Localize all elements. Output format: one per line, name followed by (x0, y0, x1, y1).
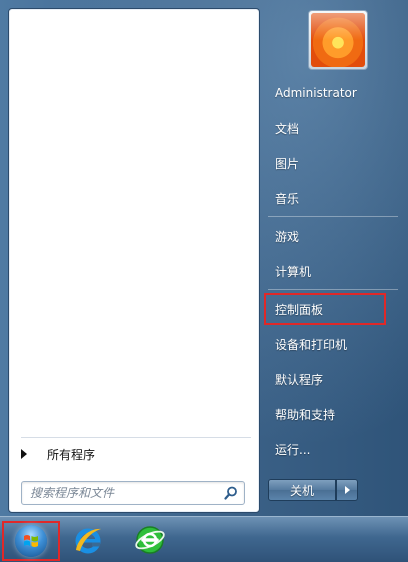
games-link[interactable]: 游戏 (266, 223, 384, 249)
devices-printers-link[interactable]: 设备和打印机 (266, 331, 384, 357)
user-avatar[interactable] (308, 10, 368, 70)
browser-icon[interactable] (134, 524, 166, 556)
computer-link[interactable]: 计算机 (266, 258, 384, 284)
default-programs-link[interactable]: 默认程序 (266, 366, 384, 392)
windows-flag-icon (24, 535, 38, 547)
arrow-right-icon (344, 486, 350, 494)
internet-explorer-icon[interactable] (72, 524, 104, 556)
help-support-link[interactable]: 帮助和支持 (266, 401, 384, 427)
search-input[interactable] (28, 483, 222, 503)
start-button[interactable] (2, 521, 60, 561)
programs-pane: 所有程序 (8, 8, 260, 513)
divider (268, 289, 398, 290)
start-orb-icon (15, 525, 47, 557)
search-box[interactable] (21, 481, 245, 505)
start-menu: 所有程序 Administrator 文档 图片 音乐 游戏 计算机 控制面板 … (0, 0, 408, 516)
flower-icon (311, 13, 365, 67)
pictures-link[interactable]: 图片 (266, 150, 384, 176)
taskbar (0, 516, 408, 562)
control-panel-link[interactable]: 控制面板 (264, 293, 386, 325)
arrow-right-icon (21, 449, 27, 459)
shutdown-button[interactable]: 关机 (268, 479, 336, 501)
shutdown-options-button[interactable] (336, 479, 358, 501)
documents-link[interactable]: 文档 (266, 115, 384, 141)
search-icon[interactable] (224, 486, 238, 500)
divider (268, 216, 398, 217)
all-programs-label: 所有程序 (47, 447, 96, 462)
user-name-link[interactable]: Administrator (266, 80, 384, 106)
run-link[interactable]: 运行... (266, 436, 384, 462)
music-link[interactable]: 音乐 (266, 185, 384, 211)
divider (21, 437, 251, 438)
all-programs-button[interactable]: 所有程序 (19, 443, 247, 465)
